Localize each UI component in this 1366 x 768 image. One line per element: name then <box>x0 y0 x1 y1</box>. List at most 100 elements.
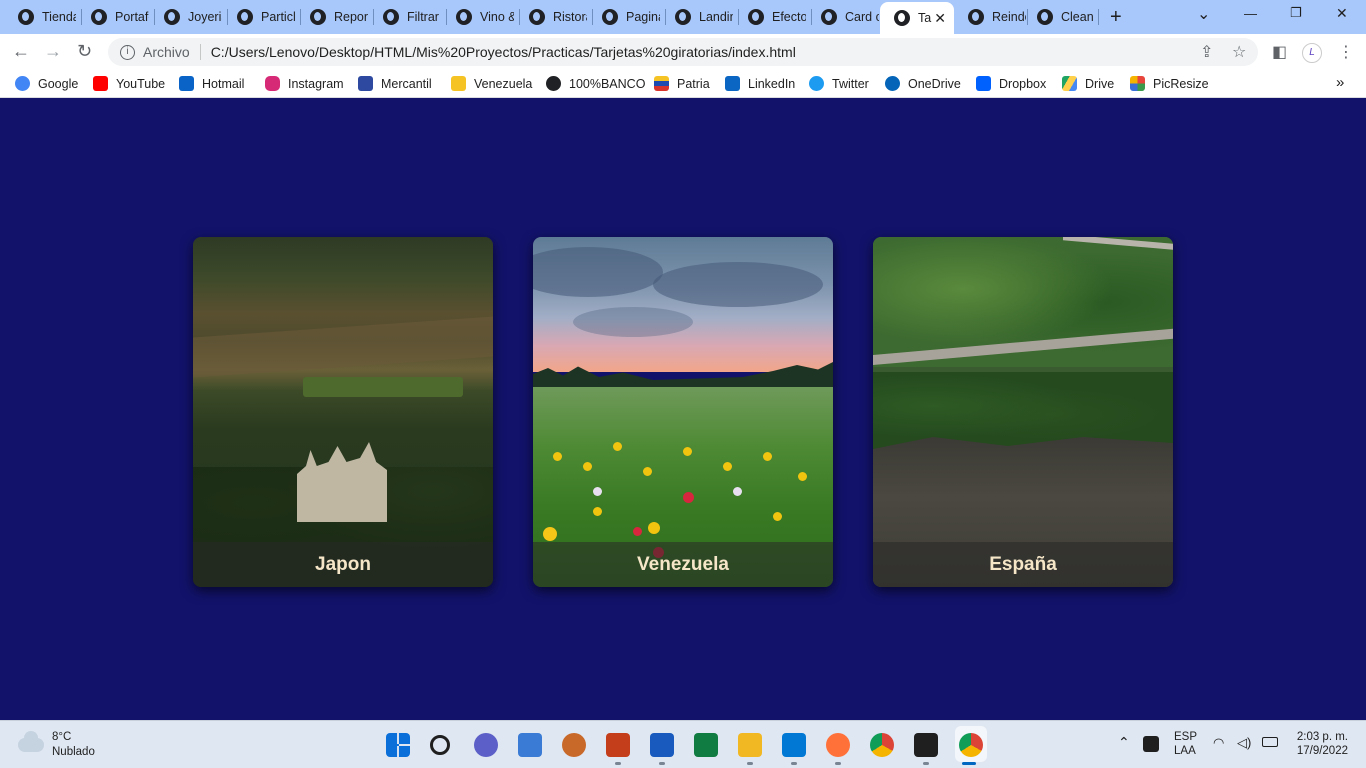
reload-icon[interactable]: ↻ <box>77 41 92 62</box>
bookmark-label: Mercantil <box>381 76 432 91</box>
volume-icon[interactable]: ◁) <box>1237 736 1251 750</box>
flower <box>593 487 602 496</box>
bookmark-onedrive[interactable]: OneDrive <box>885 76 961 91</box>
vscode-icon[interactable] <box>782 733 806 757</box>
card-venezuela[interactable]: Venezuela <box>533 237 833 587</box>
tab-clean[interactable]: Clean <box>1023 4 1098 30</box>
tab-efecto[interactable]: Efecto <box>734 4 809 30</box>
share-icon[interactable]: ⇪ <box>1200 42 1213 62</box>
card-japon[interactable]: Japon <box>193 237 493 587</box>
page-content: Japon Venezuela España <box>0 98 1366 720</box>
tab-ristorante[interactable]: Ristorante <box>515 4 590 30</box>
tab-tienda[interactable]: Tienda <box>4 4 79 30</box>
bookmark-linkedin[interactable]: LinkedIn <box>725 76 795 91</box>
minimize-button[interactable]: — <box>1244 6 1257 21</box>
keyboard-layout: LAA <box>1174 745 1196 757</box>
cloud-shape <box>573 307 693 337</box>
windows-taskbar: 8°C Nublado ⌃ ESP LAA ◠ ◁) 2:03 p. m. 17… <box>0 720 1366 768</box>
forward-arrow-icon[interactable]: → <box>44 41 62 62</box>
tab-pagina[interactable]: Pagina <box>588 4 663 30</box>
outlook-icon <box>179 76 194 91</box>
instagram-icon <box>265 76 280 91</box>
card-espana[interactable]: España <box>873 237 1173 587</box>
word-icon[interactable] <box>650 733 674 757</box>
excel-icon[interactable] <box>694 733 718 757</box>
cloud-shape <box>653 262 823 307</box>
tab-search-icon[interactable]: ⌄ <box>1197 4 1210 24</box>
bookmark-100banco[interactable]: 100%BANCO <box>546 76 645 91</box>
tab-card[interactable]: Card c <box>807 4 882 30</box>
tab-reindeer[interactable]: Reindeer <box>954 4 1029 30</box>
tab-label: Joyeria <box>188 10 222 24</box>
chevron-up-icon[interactable]: ⌃ <box>1118 735 1130 749</box>
battery-icon[interactable] <box>1262 737 1278 747</box>
powerpoint-icon[interactable] <box>606 733 630 757</box>
back-arrow-icon[interactable]: ← <box>12 41 30 62</box>
address-bar[interactable]: i Archivo C:/Users/Lenovo/Desktop/HTML/M… <box>108 38 1258 66</box>
globe-icon <box>164 9 180 25</box>
mercantil-icon <box>358 76 373 91</box>
teams-icon[interactable] <box>474 733 498 757</box>
flower <box>583 462 592 471</box>
tab-joyeria[interactable]: Joyeria <box>150 4 225 30</box>
tab-portafolio[interactable]: Portafolio <box>77 4 152 30</box>
bookmark-twitter[interactable]: Twitter <box>809 76 869 91</box>
tab-reporte[interactable]: Reporte <box>296 4 371 30</box>
tab-landing[interactable]: Landing <box>661 4 736 30</box>
baseball-glove-icon[interactable] <box>562 733 586 757</box>
close-window-button[interactable]: ✕ <box>1336 5 1348 22</box>
bookmark-mercantil[interactable]: Mercantil <box>358 76 432 91</box>
tab-particles[interactable]: Particles <box>223 4 298 30</box>
tab-label: Vino & <box>480 10 514 24</box>
clock[interactable]: 2:03 p. m. 17/9/2022 <box>1292 730 1348 758</box>
bookmark-venezuela[interactable]: Venezuela <box>451 76 532 91</box>
profile-avatar[interactable]: L <box>1302 43 1322 63</box>
bookmarks-overflow-button[interactable]: » <box>1336 74 1344 91</box>
flower <box>613 442 622 451</box>
wifi-icon[interactable]: ◠ <box>1213 736 1224 750</box>
picresize-icon <box>1130 76 1145 91</box>
close-tab-icon[interactable]: ✕ <box>934 10 946 27</box>
weather-condition: Nublado <box>52 746 95 758</box>
bookmark-picresize[interactable]: PicResize <box>1130 76 1209 91</box>
google-icon <box>15 76 30 91</box>
tab-label: Efecto <box>772 10 806 24</box>
web-icon <box>310 9 326 25</box>
bookmark-dropbox[interactable]: Dropbox <box>976 76 1046 91</box>
file-explorer-icon[interactable] <box>738 733 762 757</box>
tab-label: Ristorante <box>553 10 587 24</box>
chrome-profile-icon[interactable] <box>959 733 983 757</box>
language-indicator[interactable]: ESP LAA <box>1174 730 1197 758</box>
bookmark-google[interactable]: Google <box>15 76 78 91</box>
tab-label: Ta <box>918 11 932 25</box>
tab-tarjetas-active[interactable]: Ta ✕ <box>880 2 954 34</box>
bookmark-youtube[interactable]: YouTube <box>93 76 165 91</box>
restore-button[interactable]: ❐ <box>1290 5 1302 21</box>
weather-widget[interactable]: 8°C Nublado <box>18 730 95 760</box>
bookmark-label: YouTube <box>116 76 166 91</box>
bookmark-star-icon[interactable]: ☆ <box>1232 42 1246 62</box>
tab-filtrar[interactable]: Filtrar <box>369 4 444 30</box>
address-url[interactable]: C:/Users/Lenovo/Desktop/HTML/Mis%20Proye… <box>211 44 796 60</box>
firefox-icon[interactable] <box>826 733 850 757</box>
tab-vino[interactable]: Vino & <box>442 4 517 30</box>
bookmark-drive[interactable]: Drive <box>1062 76 1114 91</box>
start-icon[interactable] <box>386 733 410 757</box>
photos-icon[interactable] <box>518 733 542 757</box>
bookmark-hotmail[interactable]: Hotmail <box>179 76 244 91</box>
clock-date: 17/9/2022 <box>1296 745 1348 757</box>
card-title: Japon <box>193 542 493 587</box>
terminal-icon[interactable] <box>914 733 938 757</box>
chrome-icon[interactable] <box>870 733 894 757</box>
menu-dots-icon[interactable]: ⋮ <box>1338 42 1354 62</box>
bookmark-instagram[interactable]: Instagram <box>265 76 344 91</box>
side-panel-icon[interactable]: ◧ <box>1272 42 1287 62</box>
site-info-icon[interactable]: i <box>120 44 135 60</box>
search-icon[interactable] <box>430 735 450 755</box>
new-tab-button[interactable]: + <box>1110 6 1122 29</box>
active-indicator <box>962 762 976 765</box>
flower <box>773 512 782 521</box>
dropbox-tray-icon[interactable] <box>1143 736 1159 752</box>
globe-icon <box>821 9 837 25</box>
bookmark-patria[interactable]: Patria <box>654 76 710 91</box>
